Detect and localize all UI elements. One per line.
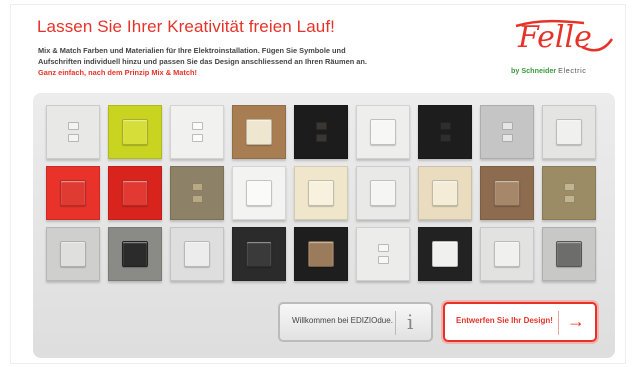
schneider-electric-logo: by Schneider Electric [511,66,587,75]
switch-rocker [68,134,79,142]
switch-rocker [246,241,272,267]
switch-rocker [122,241,148,267]
switch-cream[interactable] [294,166,348,220]
switch-rocker [440,134,451,142]
switch-pale-grey[interactable] [480,227,534,281]
intro-text: Mix & Match Farben und Materialien für I… [38,45,458,78]
welcome-label: Willkommen bei EDIZIOdue. [292,316,393,325]
switch-chrome-double[interactable] [480,105,534,159]
switch-silver[interactable] [170,227,224,281]
switch-rocker [192,122,203,130]
switch-black-bronze[interactable] [294,227,348,281]
switch-rocker [440,122,451,130]
switch-white-double-2[interactable] [170,105,224,159]
feller-wordmark-logo: Felle [515,19,614,55]
switch-grey[interactable] [46,227,100,281]
switch-rocker [192,195,203,203]
switch-wood[interactable] [232,105,286,159]
switch-rocker [494,180,520,206]
intro-line-2: Aufschriften individuell hinzu und passe… [38,57,367,66]
switch-anthracite[interactable] [232,227,286,281]
switch-granite-black[interactable] [108,227,162,281]
switch-red[interactable] [108,166,162,220]
switch-rocker [308,180,334,206]
switch-red-white[interactable] [46,166,100,220]
logo-by-text: by Schneider [511,66,557,75]
switch-white-double-3[interactable] [356,227,410,281]
switch-rocker [122,119,148,145]
switch-rocker [564,195,575,203]
switch-light-grey[interactable] [542,105,596,159]
page-title: Lassen Sie Ihrer Kreativität freien Lauf… [37,17,335,36]
arrow-right-icon: → [567,311,585,331]
switch-rocker [246,180,272,206]
switch-rocker [556,119,582,145]
svg-text:Felle: Felle [517,20,592,55]
intro-line-1: Mix & Match Farben und Materialien für I… [38,46,346,55]
switch-khaki-double[interactable] [542,166,596,220]
switch-rocker [316,134,327,142]
switch-rocker [60,241,86,267]
switch-white-frame[interactable] [232,166,286,220]
switch-rocker [68,122,79,130]
switch-rocker [370,119,396,145]
welcome-info-button[interactable]: Willkommen bei EDIZIOdue. i [278,302,433,342]
switch-white-single[interactable] [356,105,410,159]
switch-rocker [184,241,210,267]
switch-rocker [494,241,520,267]
switch-lime[interactable] [108,105,162,159]
switch-rocker [316,122,327,130]
switch-rocker [192,183,203,191]
switch-rocker [432,241,458,267]
switch-dark-grey[interactable] [542,227,596,281]
switch-rocker [308,241,334,267]
switch-black-white[interactable] [418,227,472,281]
switch-bronze-double[interactable] [170,166,224,220]
switch-rocker [60,180,86,206]
logo-brand-text: Electric [558,66,587,75]
info-icon: i [407,310,414,334]
intro-tagline: Ganz einfach, nach dem Prinzip Mix & Mat… [38,68,197,77]
switch-rocker [502,134,513,142]
feller-logo[interactable]: Felle by Schneider Electric [511,17,615,79]
switch-beige[interactable] [418,166,472,220]
button-divider [558,311,559,335]
switch-white-double[interactable] [46,105,100,159]
switch-rocker [502,122,513,130]
switch-rocker [192,134,203,142]
switch-rocker [378,256,389,264]
design-start-button[interactable]: Entwerfen Sie Ihr Design! → [443,302,597,342]
switch-white-plain[interactable] [356,166,410,220]
button-divider [395,311,396,335]
switch-brown[interactable] [480,166,534,220]
switch-rocker [122,180,148,206]
switch-rocker [246,119,272,145]
switch-rocker [370,180,396,206]
switch-rocker [556,241,582,267]
switch-rocker [378,244,389,252]
design-label: Entwerfen Sie Ihr Design! [456,316,553,325]
switch-black-gloss-double[interactable] [294,105,348,159]
switch-black-double[interactable] [418,105,472,159]
switch-rocker [432,180,458,206]
switch-rocker [564,183,575,191]
